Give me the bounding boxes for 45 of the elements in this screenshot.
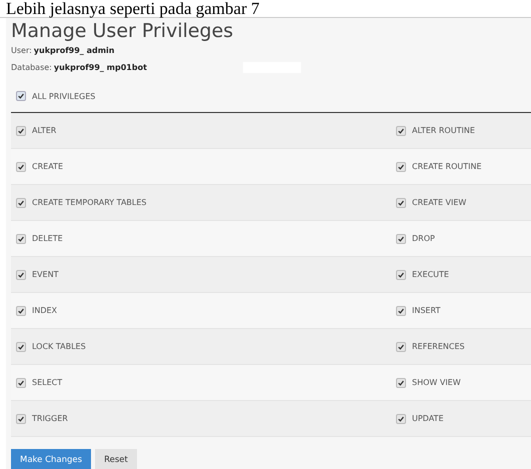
privilege-label: TRIGGER xyxy=(32,414,68,423)
page-title: Manage User Privileges xyxy=(11,20,234,42)
privilege-label: INSERT xyxy=(412,306,440,315)
privilege-label: EVENT xyxy=(32,270,58,279)
checkbox[interactable] xyxy=(16,306,26,316)
privilege-label: CREATE ROUTINE xyxy=(412,162,482,171)
privilege-label: CREATE VIEW xyxy=(412,198,466,207)
checkbox[interactable] xyxy=(16,198,26,208)
checkbox[interactable] xyxy=(16,126,26,136)
checkbox-label: ALL PRIVILEGES xyxy=(32,92,96,100)
checkbox[interactable] xyxy=(396,234,406,244)
checkbox[interactable] xyxy=(16,378,26,388)
checkbox[interactable] xyxy=(396,342,406,352)
checkbox[interactable] xyxy=(16,234,26,244)
privilege-label: ALTER ROUTINE xyxy=(412,126,475,135)
database-name: yukprof99_ mp01bot xyxy=(54,62,147,74)
privilege-label: REFERENCES xyxy=(412,342,465,351)
user-name: yukprof99_ admin xyxy=(34,45,114,57)
checkbox[interactable] xyxy=(396,378,406,388)
privilege-label: SHOW VIEW xyxy=(412,378,461,387)
checkbox[interactable] xyxy=(16,162,26,172)
checkbox[interactable] xyxy=(396,270,406,280)
privilege-label: CREATE TEMPORARY TABLES xyxy=(32,198,146,207)
privilege-label: CREATE xyxy=(32,162,63,171)
privilege-label: ALTER xyxy=(32,126,56,135)
privilege-label: INDEX xyxy=(32,306,58,315)
privilege-label: DROP xyxy=(412,234,435,243)
privilege-label: SELECT xyxy=(32,378,62,387)
checkbox[interactable] xyxy=(16,342,26,352)
make-changes-button[interactable]: Make Changes xyxy=(11,449,92,469)
checkbox[interactable] xyxy=(396,162,406,172)
checkbox[interactable] xyxy=(16,414,26,424)
checkbox[interactable] xyxy=(16,270,26,280)
user-label: User: xyxy=(11,45,32,57)
privilege-label: LOCK TABLES xyxy=(32,342,86,351)
checkbox[interactable] xyxy=(396,306,406,316)
privilege-label: UPDATE xyxy=(412,414,444,423)
checkbox[interactable] xyxy=(396,198,406,208)
checkbox[interactable] xyxy=(396,414,406,424)
privilege-label: DELETE xyxy=(32,234,63,243)
checkbox[interactable] xyxy=(16,91,26,101)
privilege-label: EXECUTE xyxy=(412,270,449,279)
database-label: Database: xyxy=(11,62,52,74)
checkbox[interactable] xyxy=(396,126,406,136)
reset-button[interactable]: Reset xyxy=(95,449,137,469)
